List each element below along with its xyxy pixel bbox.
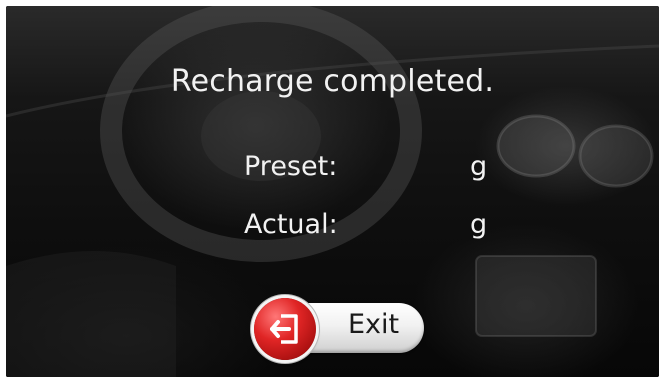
actual-label: Actual: xyxy=(244,209,338,240)
exit-door-glyph xyxy=(270,314,298,344)
exit-button[interactable]: Exit xyxy=(252,298,428,360)
page-title: Recharge completed. xyxy=(170,64,495,99)
recharge-result-screen: Recharge completed. Preset: g Actual: g … xyxy=(6,6,659,377)
exit-button-label[interactable]: Exit xyxy=(348,309,399,340)
preset-value: g xyxy=(470,151,488,182)
exit-door-icon[interactable] xyxy=(254,298,316,360)
preset-label: Preset: xyxy=(244,151,338,182)
actual-value: g xyxy=(470,209,488,240)
